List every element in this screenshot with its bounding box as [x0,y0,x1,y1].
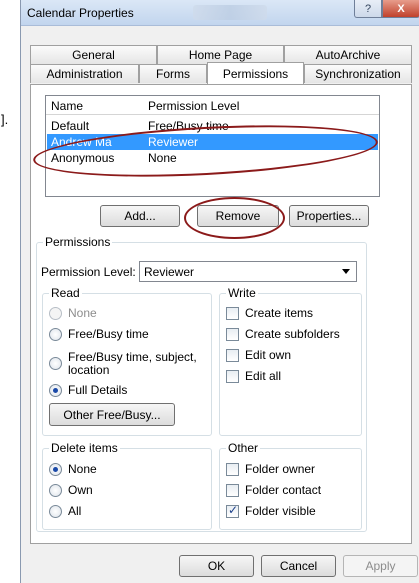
help-button[interactable]: ? [354,0,382,18]
checkbox-icon [226,349,239,362]
properties-button[interactable]: Properties... [289,205,369,227]
list-row-default[interactable]: Default Free/Busy time [47,118,378,134]
read-free-busy-subject-label: Free/Busy time, subject, location [68,351,197,377]
stray-text: ]. [1,112,9,127]
checkbox-icon [226,307,239,320]
folder-contact-label: Folder contact [245,483,322,497]
add-button[interactable]: Add... [100,205,180,227]
window-title: Calendar Properties [27,6,134,20]
tab-synchronization[interactable]: Synchronization [304,64,412,83]
checkbox-icon [226,370,239,383]
list-header: Name Permission Level [46,96,379,115]
read-free-busy-subject-option[interactable]: Free/Busy time, subject, location [49,351,197,377]
delete-items-group: Delete items None Own All [42,441,212,530]
read-group-title: Read [49,286,82,300]
read-none-option[interactable]: None [49,306,97,320]
tab-general[interactable]: General [30,45,157,64]
folder-owner-checkbox[interactable]: Folder owner [226,462,315,476]
read-group: Read None Free/Busy time Free/Busy time,… [42,286,212,436]
read-full-details-option[interactable]: Full Details [49,383,127,397]
delete-own-label: Own [68,483,93,497]
list-row-anonymous[interactable]: Anonymous None [47,150,378,166]
permission-level-select[interactable]: Reviewer [139,261,357,282]
label-line-2: location [68,363,110,377]
checkbox-icon [226,328,239,341]
label-line-1: Free/Busy time, subject, [68,350,197,364]
checkbox-icon [226,484,239,497]
edit-all-checkbox[interactable]: Edit all [226,369,281,383]
radio-icon [49,384,62,397]
write-group: Write Create items Create subfolders Edi… [219,286,362,436]
delete-own-option[interactable]: Own [49,483,93,497]
delete-items-group-title: Delete items [49,441,120,455]
delete-all-option[interactable]: All [49,504,81,518]
tab-administration[interactable]: Administration [30,64,139,83]
edit-all-label: Edit all [245,369,282,383]
row-name: Default [51,119,90,133]
permissions-tab-panel: Name Permission Level Default Free/Busy … [30,84,412,544]
list-row-andrew-ma[interactable]: Andrew Ma Reviewer [47,134,378,150]
checkbox-icon [226,463,239,476]
edit-own-checkbox[interactable]: Edit own [226,348,291,362]
folder-visible-checkbox[interactable]: Folder visible [226,503,316,518]
other-group-title: Other [226,441,261,455]
row-name: Anonymous [51,151,115,165]
cancel-button[interactable]: Cancel [261,555,336,577]
permissions-list[interactable]: Name Permission Level Default Free/Busy … [45,95,380,197]
permission-level-label: Permission Level: [41,265,136,279]
row-name: Andrew Ma [51,135,112,149]
chevron-down-icon [342,269,350,274]
edit-own-label: Edit own [245,348,292,362]
folder-owner-label: Folder owner [245,462,316,476]
row-level: Free/Busy time [148,119,229,133]
row-level: Reviewer [148,135,199,149]
delete-none-option[interactable]: None [49,462,97,476]
row-level: None [148,151,177,165]
permissions-group-title: Permissions [43,235,113,249]
folder-visible-label: Folder visible [245,504,316,518]
apply-button[interactable]: Apply [343,555,418,577]
radio-icon [49,307,62,320]
create-items-checkbox[interactable]: Create items [226,306,313,320]
read-free-busy-option[interactable]: Free/Busy time [49,327,149,341]
folder-contact-checkbox[interactable]: Folder contact [226,483,321,497]
column-header-permission-level[interactable]: Permission Level [148,99,239,113]
title-bar: Calendar Properties ? X [21,0,419,26]
radio-icon [49,328,62,341]
read-none-label: None [68,306,97,320]
column-header-name[interactable]: Name [51,99,83,113]
tab-permissions[interactable]: Permissions [207,62,304,84]
delete-none-label: None [68,462,97,476]
other-free-busy-button[interactable]: Other Free/Busy... [49,403,175,426]
close-button[interactable]: X [382,0,419,18]
create-items-label: Create items [245,306,314,320]
other-group: Other Folder owner Folder contact Folder… [219,441,362,530]
radio-icon [49,463,62,476]
remove-button[interactable]: Remove [197,205,279,227]
delete-all-label: All [68,504,82,518]
calendar-properties-dialog: Calendar Properties ? X General Home Pag… [20,0,419,583]
create-subfolders-label: Create subfolders [245,327,340,341]
create-subfolders-checkbox[interactable]: Create subfolders [226,327,340,341]
read-free-busy-label: Free/Busy time [68,327,149,341]
permission-level-value: Reviewer [144,265,195,279]
checkmark-icon [226,503,239,518]
write-group-title: Write [226,286,258,300]
radio-icon [49,505,62,518]
tab-forms[interactable]: Forms [139,64,207,83]
blurred-region [193,5,267,20]
radio-icon [49,484,62,497]
ok-button[interactable]: OK [179,555,254,577]
radio-icon [49,357,62,370]
read-full-details-label: Full Details [68,383,128,397]
permissions-group: Permissions Permission Level: Reviewer R… [36,235,367,532]
